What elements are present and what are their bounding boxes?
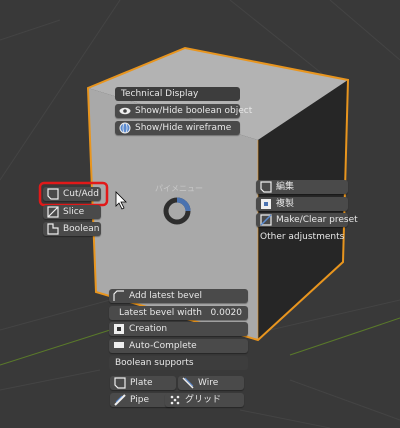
- make-clear-preset-button[interactable]: Make/Clear preset: [256, 213, 358, 227]
- add-latest-bevel-label: Add latest bevel: [129, 291, 203, 301]
- cut-add-label: Cut/Add: [63, 189, 99, 199]
- bevel-icon: [113, 290, 125, 302]
- duplicate-button[interactable]: 複製: [256, 197, 348, 211]
- checkbox-icon: [113, 340, 125, 352]
- plate-icon: [114, 377, 126, 389]
- make-clear-preset-label: Make/Clear preset: [276, 215, 358, 225]
- boolean-supports-label: Boolean supports: [115, 358, 194, 368]
- show-hide-wireframe-button[interactable]: Show/Hide wireframe: [115, 121, 240, 135]
- boolean-button[interactable]: Boolean: [43, 222, 101, 236]
- 3d-viewport[interactable]: パイメニュー Technical Display Show/Hide boole…: [0, 0, 400, 428]
- show-hide-boolean-label: Show/Hide boolean object: [135, 106, 253, 116]
- grid-label: グリッド: [185, 395, 222, 405]
- creation-checkbox[interactable]: Creation: [109, 322, 248, 336]
- plate-button[interactable]: Plate: [110, 376, 176, 390]
- plate-label: Plate: [130, 378, 153, 388]
- add-latest-bevel-button[interactable]: Add latest bevel: [109, 289, 248, 303]
- x-axis-line-right: [289, 317, 400, 356]
- wire-label: Wire: [198, 378, 219, 388]
- auto-complete-checkbox[interactable]: Auto-Complete: [109, 339, 248, 353]
- grid-icon: [169, 394, 181, 406]
- wire-icon: [182, 377, 194, 389]
- show-hide-wireframe-label: Show/Hide wireframe: [135, 123, 232, 133]
- pipe-label: Pipe: [130, 395, 149, 405]
- creation-label: Creation: [129, 324, 168, 334]
- preset-icon: [260, 214, 272, 226]
- boolean-supports-header: Boolean supports: [109, 356, 248, 370]
- duplicate-icon: [260, 198, 272, 210]
- x-axis-line: [0, 329, 111, 366]
- cut-add-button[interactable]: Cut/Add: [43, 187, 101, 201]
- other-adjustments-label: Other adjustments: [260, 232, 345, 242]
- duplicate-label: 複製: [276, 199, 295, 209]
- bevel-width-value: 0.0020: [210, 308, 243, 318]
- edit-button[interactable]: 編集: [256, 180, 348, 194]
- eye-icon: [119, 105, 131, 117]
- boolean-icon: [47, 223, 59, 235]
- boolean-label: Boolean: [63, 224, 100, 234]
- show-hide-boolean-button[interactable]: Show/Hide boolean object: [115, 104, 252, 118]
- wire-button[interactable]: Wire: [178, 376, 244, 390]
- top-menu-header-label: Technical Display: [121, 89, 199, 99]
- pipe-icon: [114, 394, 126, 406]
- bevel-width-label: Latest bevel width: [119, 308, 202, 318]
- edit-icon: [260, 181, 272, 193]
- pie-menu-title: パイメニュー: [155, 184, 203, 193]
- wireframe-sphere-icon: [119, 122, 131, 134]
- edit-label: 編集: [276, 182, 295, 192]
- checkbox-checked-icon: [113, 323, 125, 335]
- slice-label: Slice: [63, 207, 85, 217]
- top-menu-header: Technical Display: [115, 87, 240, 101]
- grid-button[interactable]: グリッド: [165, 393, 244, 407]
- cut-add-icon: [47, 188, 59, 200]
- auto-complete-label: Auto-Complete: [129, 341, 197, 351]
- slice-icon: [47, 206, 59, 218]
- bevel-width-field[interactable]: Latest bevel width 0.0020: [109, 306, 248, 320]
- slice-button[interactable]: Slice: [43, 205, 101, 219]
